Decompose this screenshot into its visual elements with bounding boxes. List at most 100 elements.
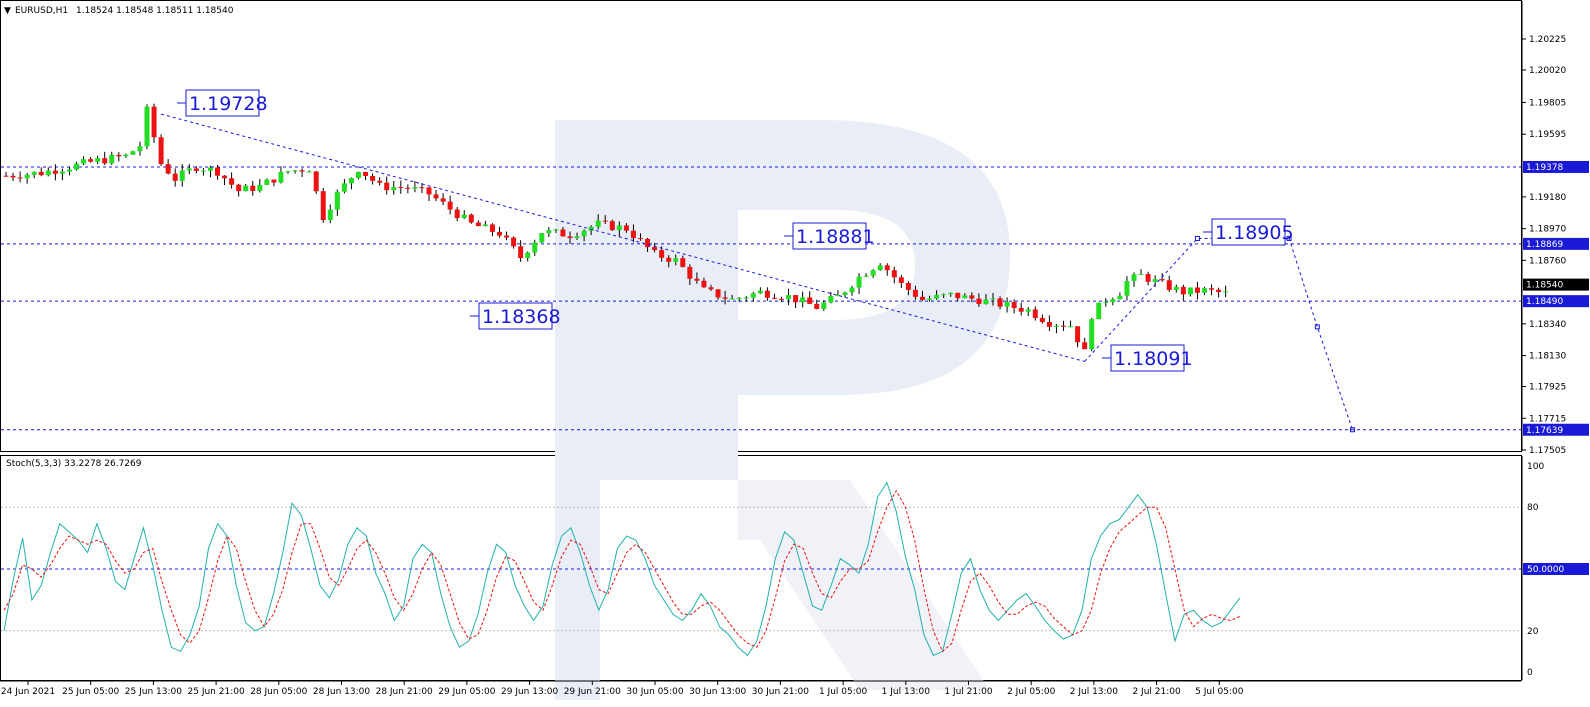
candle-body — [207, 167, 213, 171]
time-axis: 24 Jun 2021 25 Jun 05:00 25 Jun 13:00 25 Ju… — [0, 680, 1521, 697]
chart-header-arrow: ▼ — [4, 6, 11, 16]
candle-body — [905, 282, 911, 290]
price-tick-label: 1.20020 — [1529, 66, 1566, 76]
candle-body — [1046, 321, 1052, 327]
candle-body — [327, 209, 333, 221]
candle-body — [334, 191, 340, 210]
candle-body — [320, 191, 326, 221]
candle-body — [1075, 326, 1081, 343]
candle-body — [673, 258, 679, 262]
candle-body — [468, 214, 474, 223]
candle-body — [1110, 299, 1116, 303]
candle-body — [898, 277, 904, 283]
level-price-label: 1.18490 — [1526, 297, 1563, 307]
price-tick-label: 1.17715 — [1529, 414, 1566, 424]
time-tick-label: 5 Jul 05:00 — [1195, 687, 1244, 697]
candle-body — [102, 158, 108, 164]
candle-body — [912, 289, 918, 297]
candle-body — [489, 224, 495, 232]
candle-body — [574, 236, 580, 239]
bull-candle — [1096, 302, 1102, 320]
time-tick-label: 28 Jun 21:00 — [376, 687, 433, 697]
time-tick-label: 29 Jun 13:00 — [501, 687, 558, 697]
time-tick-label: 2 Jul 13:00 — [1070, 687, 1119, 697]
candle-body — [659, 250, 665, 258]
candle-body — [786, 295, 792, 300]
price-annotation: 1.18091 — [1102, 344, 1193, 372]
candle-body — [567, 236, 573, 239]
candle-body — [313, 171, 319, 192]
candle-body — [1194, 287, 1200, 293]
candle-body — [920, 296, 925, 301]
candle-body — [165, 164, 171, 174]
candle-body — [299, 170, 305, 172]
candle-body — [116, 154, 122, 157]
bear-candle — [468, 213, 474, 224]
candle-body — [130, 151, 136, 155]
candle-body — [1039, 317, 1045, 322]
candle-body — [743, 297, 749, 299]
time-tick-label: 28 Jun 13:00 — [313, 687, 370, 697]
candle-body — [440, 198, 446, 202]
candle-body — [95, 158, 101, 162]
price-tick-label: 1.20225 — [1529, 35, 1566, 45]
candle-body — [179, 170, 185, 181]
candle-body — [1004, 302, 1010, 307]
level-price-label: 1.17639 — [1526, 426, 1563, 436]
bear-candle — [320, 187, 326, 223]
candle-body — [518, 246, 524, 259]
candle-body — [482, 224, 488, 227]
candle-body — [398, 187, 404, 189]
candle-body — [511, 237, 517, 247]
trading-chart[interactable]: 1.19728 1.18881 1.18368 1.18091 1.18905 1.20… — [0, 0, 1590, 707]
candle-body — [1173, 286, 1179, 290]
time-tick-label: 2 Jul 21:00 — [1132, 687, 1181, 697]
candle-body — [962, 295, 968, 299]
candle-body — [955, 292, 961, 299]
candle-body — [426, 187, 432, 195]
candle-body — [306, 171, 312, 173]
bull-candle — [130, 150, 136, 156]
candle-body — [74, 163, 79, 170]
candle-body — [377, 180, 383, 183]
candle-body — [186, 168, 192, 171]
candle-body — [461, 214, 467, 219]
candle-body — [891, 270, 897, 278]
candle-body — [1180, 286, 1186, 295]
candle-body — [623, 225, 629, 231]
candle-body — [215, 167, 220, 176]
candle-body — [59, 171, 65, 174]
candle-body — [948, 292, 954, 295]
price-tick-label: 1.18340 — [1529, 320, 1566, 330]
time-tick-label: 1 Jul 21:00 — [944, 687, 993, 697]
candle-body — [1209, 288, 1215, 290]
candle-body — [934, 294, 940, 299]
price-annotation: 1.18368 — [470, 302, 561, 330]
candle-body — [447, 201, 453, 210]
candle-body — [849, 287, 855, 293]
candle-body — [348, 178, 354, 184]
candle-body — [1082, 342, 1088, 350]
price-tick-label: 1.19595 — [1529, 130, 1566, 140]
annotation-label: 1.18881 — [796, 226, 875, 248]
annotation-label: 1.18368 — [482, 306, 561, 328]
price-tick-label: 1.18760 — [1529, 256, 1566, 266]
osc-tick-label: 100 — [1527, 462, 1544, 472]
time-tick-label: 24 Jun 2021 — [1, 687, 55, 697]
candle-body — [539, 233, 545, 243]
candle-body — [193, 168, 199, 171]
annotation-label: 1.19728 — [189, 93, 268, 115]
time-tick-label: 29 Jun 05:00 — [438, 687, 495, 697]
candle-body — [581, 230, 587, 237]
candle-body — [109, 154, 115, 164]
candle-body — [602, 220, 608, 222]
candle-body — [370, 175, 376, 181]
candle-body — [1103, 302, 1109, 304]
candle-body — [45, 170, 51, 176]
price-annotation: 1.18905 — [1203, 218, 1294, 246]
price-axis: 1.20225 1.20020 1.19805 1.19595 1.19180 1.189… — [1521, 1, 1589, 456]
price-tick-label: 1.18130 — [1529, 352, 1566, 362]
candle-body — [757, 290, 763, 294]
current-price-label: 1.18540 — [1526, 281, 1563, 291]
candle-body — [997, 298, 1003, 307]
